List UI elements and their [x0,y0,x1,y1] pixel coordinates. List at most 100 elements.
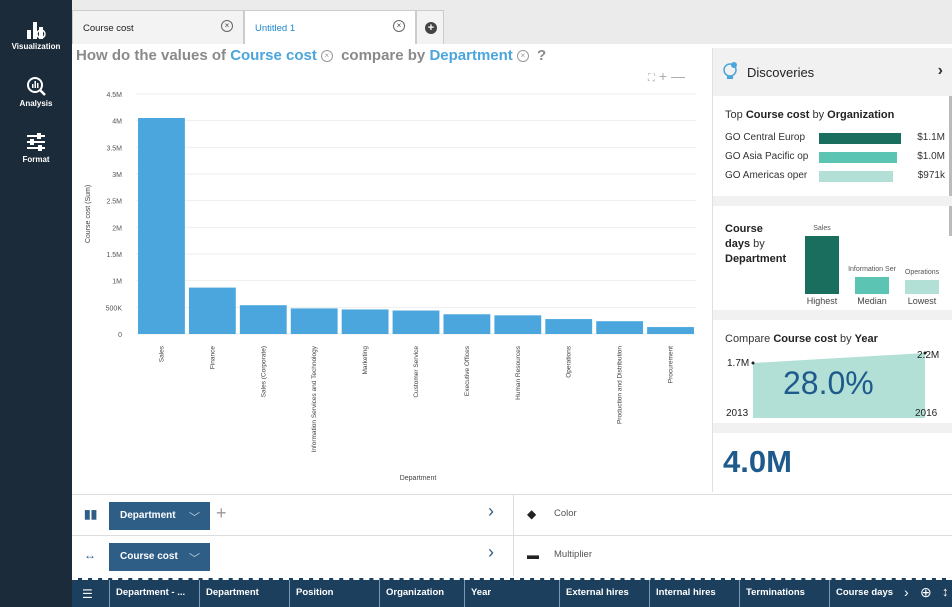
column-internal-hires[interactable]: Internal hires [649,580,739,607]
org-row[interactable]: GO Asia Pacific op $1.0M [725,151,945,165]
column-year[interactable]: Year [464,580,559,607]
org-row-label: GO Asia Pacific op [725,151,809,162]
top-card-by: by [812,109,825,121]
format-icon [27,133,45,151]
bar-finance[interactable] [188,287,236,334]
left-rail: Visualization Analysis Format [0,0,72,607]
compare-card-dimension: Year [854,333,878,345]
rail-label-format: Format [22,155,50,164]
days-bar-caption: Median [857,296,887,306]
filter-sliders-icon[interactable]: ☰ [82,587,93,601]
close-icon[interactable]: × [393,20,405,32]
org-row-bar [819,133,901,144]
compare-end-year: 2016 [915,408,938,419]
y-tick-label: 3.5M [106,145,122,152]
bar-marketing[interactable] [341,309,389,334]
remove-measure-icon[interactable]: × [320,50,333,63]
y-axis-label: Course cost (Sum) [85,185,92,243]
bar-human-resources[interactable] [494,315,542,334]
column-organization[interactable]: Organization [379,580,464,607]
org-row[interactable]: GO Americas oper $971k [725,170,945,184]
drop-zone-row-bars: ▮▮ Department ﹀ + › ◆ Color [72,494,952,535]
y-tick-label: 2.5M [106,199,122,206]
org-row-value: $1.0M [917,151,945,162]
y-tick-label: 500K [106,305,123,312]
rail-label-analysis: Analysis [19,99,53,108]
column-department[interactable]: Department [199,580,289,607]
zoom-out-icon[interactable]: — [671,68,685,84]
discoveries-header[interactable]: Discoveries › [713,48,952,96]
chevron-right-icon[interactable]: › [488,542,494,563]
top-card-measure: Course cost [745,109,810,121]
chevron-down-icon[interactable]: ﹀ [189,509,200,525]
days-bar-caption: Highest [806,296,838,306]
compare-start-value: 1.7M [727,358,750,369]
visualization-icon [27,22,46,39]
bar-customer-service[interactable] [392,310,440,334]
bar-production-and-distribution[interactable] [596,321,644,334]
x-tick-label: Operations [566,345,573,378]
column-terminations[interactable]: Terminations [739,580,829,607]
zone-divider [513,536,514,576]
days-bar[interactable] [855,276,889,294]
column-external-hires[interactable]: External hires [559,580,649,607]
bar-sales-corporate-[interactable] [239,305,287,334]
add-field-button[interactable]: + [216,503,227,524]
y-tick-label: 0 [118,332,122,339]
column-course-days[interactable]: Course days [829,580,901,607]
top-card-title: Top Course cost by Organization [725,109,894,121]
bar-procurement[interactable] [647,327,694,334]
card-separator [713,310,952,320]
expand-icon[interactable]: ⛶ [648,73,655,84]
chevron-right-icon[interactable]: › [488,501,494,522]
rail-item-analysis[interactable]: Analysis [0,75,72,108]
remove-dimension-icon[interactable]: × [516,50,529,63]
compare-percent: 28.0% [783,365,874,401]
x-tick-label: Executive Offices [464,345,471,396]
add-column-icon[interactable]: ⊕ [920,584,932,601]
bar-operations[interactable] [545,319,593,334]
bar-sales[interactable] [138,118,185,334]
days-card-dimension: Department [725,253,787,265]
days-bar-caption: Lowest [907,296,937,306]
bar-executive-offices[interactable] [443,314,491,334]
tab-course-cost[interactable]: Course cost × [72,10,244,44]
column-department-[interactable]: Department - ... [109,580,199,607]
chevron-right-icon[interactable]: › [938,62,943,80]
days-card-by: by [753,238,765,250]
bar-information-services-and-technology[interactable] [290,308,338,334]
course-cost-chip[interactable]: Course cost ﹀ [109,543,210,571]
compare-card-title: Compare Course cost by Year [725,333,878,345]
days-bar[interactable] [805,236,839,294]
question-dimension[interactable]: Department [429,47,512,64]
column-position[interactable]: Position [289,580,379,607]
chart-tools: ⛶ + — [648,68,685,84]
top-card-prefix: Top [725,109,743,121]
tab-untitled-1[interactable]: Untitled 1 × [244,10,416,44]
org-row[interactable]: GO Central Europ $1.1M [725,132,945,146]
zoom-in-icon[interactable]: + [659,68,667,84]
compare-start-year: 2013 [726,408,749,419]
chevron-down-icon[interactable]: ﹀ [189,550,200,566]
compare-card-by: by [839,333,852,345]
add-tab-button[interactable]: + [416,10,444,44]
question-measure[interactable]: Course cost [230,47,317,64]
sort-icon[interactable]: ↕ [942,584,949,599]
rail-item-format[interactable]: Format [0,131,72,164]
chevron-right-icon[interactable]: › [904,584,909,600]
org-row-bar [819,152,897,163]
lightbulb-icon [723,62,737,79]
rail-label-visualization: Visualization [11,42,61,51]
rail-item-visualization[interactable]: Visualization [0,18,72,51]
department-chip[interactable]: Department ﹀ [109,502,210,530]
color-zone-label[interactable]: Color [554,508,577,519]
days-bar[interactable] [905,279,939,294]
multiplier-zone-label[interactable]: Multiplier [554,549,592,560]
org-row-value: $971k [917,170,945,181]
compare-card-prefix: Compare [725,333,771,345]
compare-end-value: 2.2M [917,350,940,361]
y-tick-label: 2M [112,225,122,232]
horizontal-arrows-icon: ↔ [84,548,96,562]
x-axis-label: Department [400,475,437,482]
close-icon[interactable]: × [221,20,233,32]
